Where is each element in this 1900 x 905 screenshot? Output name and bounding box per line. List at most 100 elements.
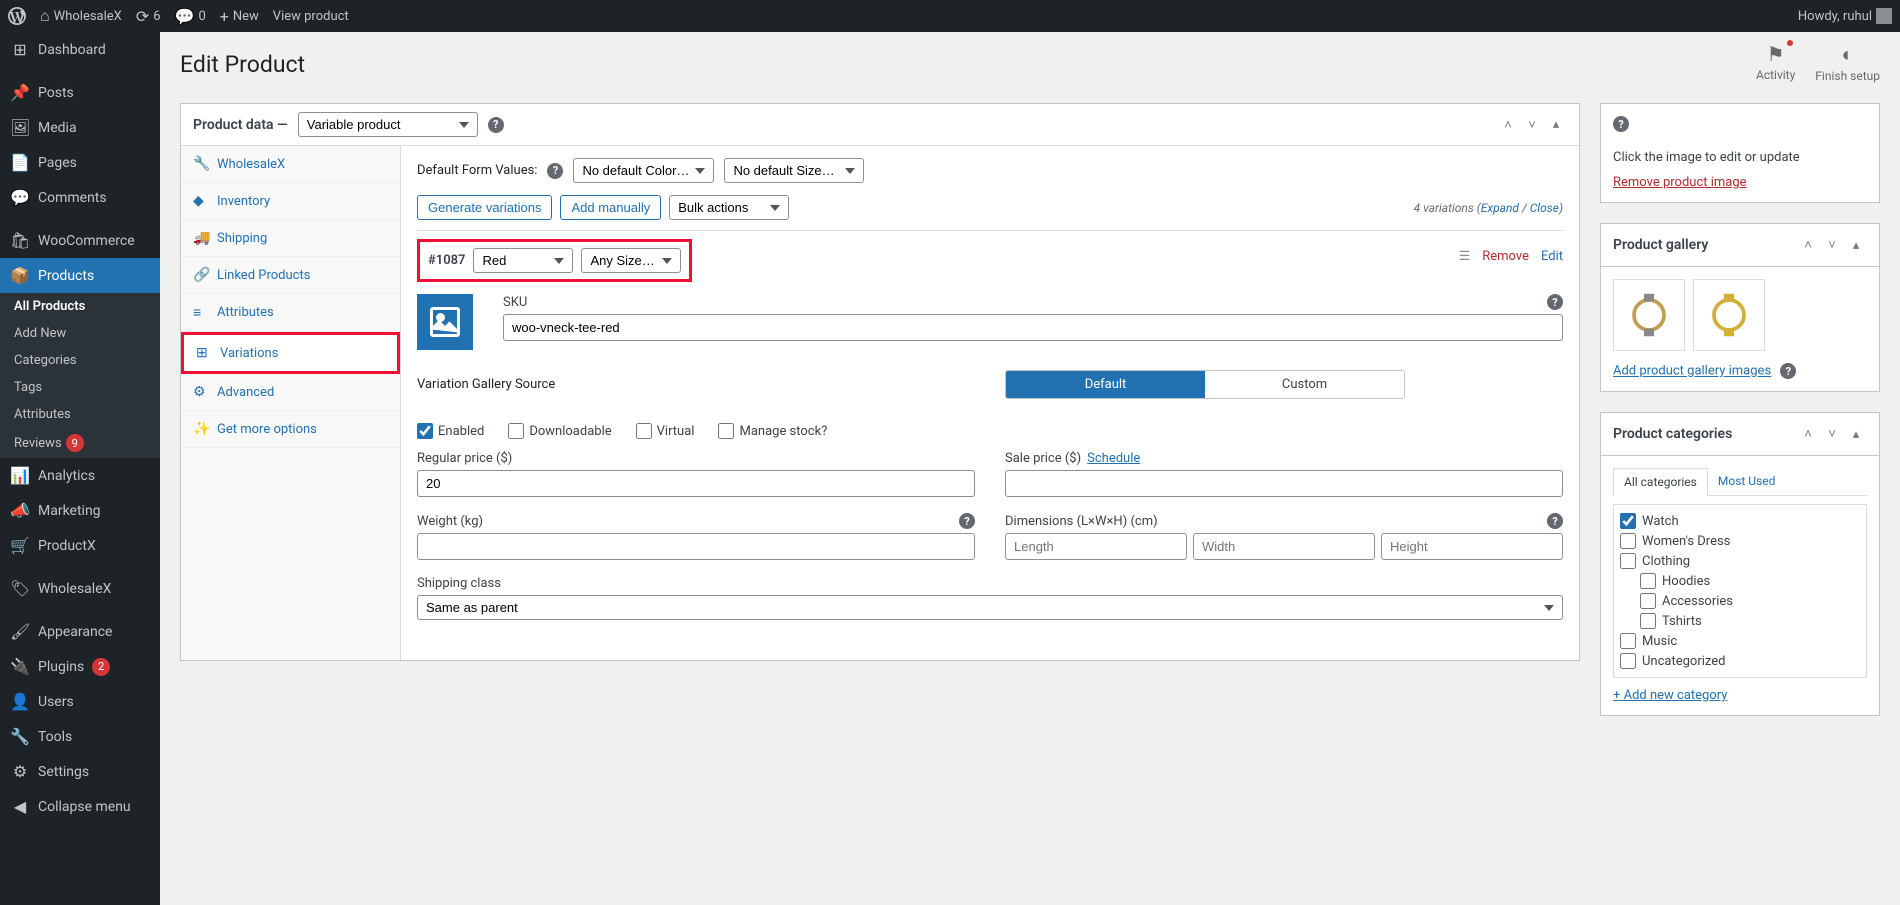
menu-woocommerce[interactable]: 🛍WooCommerce [0,223,160,258]
width-input[interactable] [1193,533,1375,560]
submenu-categories[interactable]: Categories [0,347,160,374]
tab-linked[interactable]: 🔗Linked Products [181,257,400,294]
menu-posts[interactable]: 📌Posts [0,75,160,110]
manage-stock-checkbox[interactable]: Manage stock? [718,423,827,439]
sku-input[interactable] [503,314,1563,341]
menu-dashboard[interactable]: ⊞Dashboard [0,32,160,67]
edit-variation-link[interactable]: Edit [1541,249,1563,264]
submenu-reviews[interactable]: Reviews 9 [0,428,160,458]
submenu-all-products[interactable]: All Products [0,293,160,320]
cat-item-hoodies[interactable]: Hoodies [1620,571,1860,591]
help-icon[interactable]: ? [959,513,975,529]
bulk-actions-select[interactable]: Bulk actions [669,195,789,220]
tab-all-categories[interactable]: All categories [1613,468,1708,496]
caret-up-icon[interactable]: ▴ [1845,423,1867,445]
help-icon[interactable]: ? [1547,294,1563,310]
generate-variations-button[interactable]: Generate variations [417,195,552,220]
menu-plugins[interactable]: 🔌Plugins 2 [0,649,160,684]
tab-advanced[interactable]: ⚙Advanced [181,374,400,411]
tab-most-used[interactable]: Most Used [1708,468,1786,495]
menu-tools[interactable]: 🔧Tools [0,719,160,754]
wp-logo[interactable] [8,7,26,25]
sale-price-input[interactable] [1005,470,1563,497]
height-input[interactable] [1381,533,1563,560]
submenu-add-new[interactable]: Add New [0,320,160,347]
menu-settings[interactable]: ⚙Settings [0,754,160,789]
help-icon[interactable]: ? [488,117,504,133]
submenu-attributes[interactable]: Attributes [0,401,160,428]
chevron-down-icon[interactable]: ˅ [1821,423,1843,445]
caret-up-icon[interactable]: ▴ [1545,114,1567,136]
default-size-select[interactable]: No default Size… [724,158,864,183]
menu-appearance[interactable]: 🖌Appearance [0,614,160,649]
remove-variation-link[interactable]: Remove [1482,249,1529,264]
chevron-up-icon[interactable]: ˄ [1497,114,1519,136]
variation-size-select[interactable]: Any Size… [581,248,681,273]
site-name[interactable]: ⌂ WholesaleX [40,6,122,26]
default-color-select[interactable]: No default Color… [573,158,714,183]
chevron-down-icon[interactable]: ˅ [1821,234,1843,256]
add-manually-button[interactable]: Add manually [560,195,661,220]
downloadable-checkbox[interactable]: Downloadable [508,423,611,439]
menu-pages[interactable]: 📄Pages [0,145,160,180]
help-icon[interactable]: ? [1547,513,1563,529]
tab-attributes[interactable]: ≡Attributes [181,294,400,332]
expand-link[interactable]: Expand [1481,201,1519,215]
tab-wholesalex[interactable]: 🔧WholesaleX [181,146,400,183]
menu-products[interactable]: 📦Products [0,258,160,293]
variation-color-select[interactable]: Red [473,248,573,273]
cat-item-uncategorized[interactable]: Uncategorized [1620,651,1860,671]
cat-item-watch[interactable]: Watch [1620,511,1860,531]
cat-item-tshirts[interactable]: Tshirts [1620,611,1860,631]
regular-price-input[interactable] [417,470,975,497]
tab-inventory[interactable]: ◆Inventory [181,183,400,220]
view-product-link[interactable]: View product [273,9,349,24]
caret-up-icon[interactable]: ▴ [1845,234,1867,256]
activity-button[interactable]: ⚑ Activity [1756,42,1795,83]
cat-item-clothing[interactable]: Clothing [1620,551,1860,571]
cat-item-accessories[interactable]: Accessories [1620,591,1860,611]
tab-variations[interactable]: ⊞Variations [181,332,400,374]
cat-item-womens-dress[interactable]: Women's Dress [1620,531,1860,551]
menu-collapse[interactable]: ◀Collapse menu [0,789,160,824]
menu-wholesalex[interactable]: 🏷WholesaleX [0,571,160,606]
menu-analytics[interactable]: 📊Analytics [0,458,160,493]
variation-image-placeholder[interactable] [417,294,473,350]
length-input[interactable] [1005,533,1187,560]
toggle-default[interactable]: Default [1006,371,1205,398]
chevron-up-icon[interactable]: ˄ [1797,234,1819,256]
comments-link[interactable]: 💬 0 [175,7,206,26]
finish-setup-button[interactable]: ◐ Finish setup [1815,42,1880,83]
howdy-user[interactable]: Howdy, ruhul [1798,8,1892,24]
categories-list[interactable]: Watch Women's Dress Clothing Hoodies Acc… [1613,504,1867,678]
menu-marketing[interactable]: 📣Marketing [0,493,160,528]
gallery-thumb[interactable] [1613,279,1685,351]
cat-item-music[interactable]: Music [1620,631,1860,651]
menu-productx[interactable]: 🛒ProductX [0,528,160,563]
add-new-category-link[interactable]: + Add new category [1613,688,1727,703]
submenu-tags[interactable]: Tags [0,374,160,401]
menu-users[interactable]: 👤Users [0,684,160,719]
menu-media[interactable]: 🖼Media [0,110,160,145]
chevron-down-icon[interactable]: ˅ [1521,114,1543,136]
updates-link[interactable]: ⟳ 6 [136,7,161,26]
enabled-checkbox[interactable]: Enabled [417,423,484,439]
product-type-select[interactable]: Variable product [298,112,478,137]
chevron-up-icon[interactable]: ˄ [1797,423,1819,445]
help-icon[interactable]: ? [547,163,563,179]
add-gallery-images-link[interactable]: Add product gallery images [1613,364,1771,379]
virtual-checkbox[interactable]: Virtual [636,423,695,439]
gallery-thumb[interactable] [1693,279,1765,351]
tab-more-options[interactable]: ✨Get more options [181,411,400,448]
new-content[interactable]: + New [220,7,259,26]
help-icon[interactable]: ? [1780,363,1796,379]
toggle-custom[interactable]: Custom [1205,371,1404,398]
drag-handle-icon[interactable]: ☰ [1459,249,1471,264]
schedule-link[interactable]: Schedule [1087,451,1140,466]
weight-input[interactable] [417,533,975,560]
tab-shipping[interactable]: 🚚Shipping [181,220,400,257]
help-icon[interactable]: ? [1613,116,1629,132]
remove-product-image-link[interactable]: Remove product image [1613,175,1747,190]
shipping-class-select[interactable]: Same as parent [417,595,1563,620]
menu-comments[interactable]: 💬Comments [0,180,160,215]
